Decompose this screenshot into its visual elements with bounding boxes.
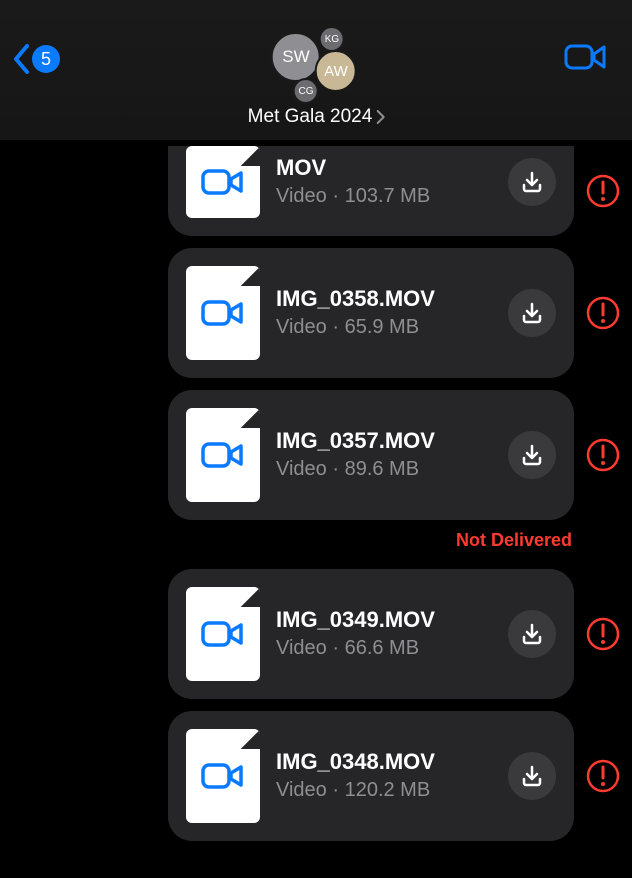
group-name: Met Gala 2024 <box>248 106 373 128</box>
attachment-bubble[interactable]: MOV Video · 103.7 MB <box>168 146 574 236</box>
delivery-error-button[interactable] <box>586 438 620 472</box>
video-file-icon <box>201 619 245 649</box>
file-thumbnail <box>186 729 260 823</box>
back-button[interactable]: 5 <box>12 44 60 74</box>
file-name: IMG_0348.MOV <box>276 749 492 775</box>
file-meta: IMG_0357.MOV Video · 89.6 MB <box>276 428 492 481</box>
download-button[interactable] <box>508 158 556 206</box>
attachment-bubble[interactable]: IMG_0357.MOV Video · 89.6 MB <box>168 390 574 520</box>
attachment-bubble[interactable]: IMG_0349.MOV Video · 66.6 MB <box>168 569 574 699</box>
download-icon <box>520 622 544 646</box>
chevron-left-icon <box>12 44 30 74</box>
video-file-icon <box>201 167 245 197</box>
file-details: Video · 120.2 MB <box>276 778 492 803</box>
file-thumbnail <box>186 146 260 218</box>
group-info[interactable]: SW KG AW CG Met Gala 2024 <box>248 20 385 128</box>
avatar: CG <box>293 78 319 104</box>
avatar: KG <box>319 26 345 52</box>
download-button[interactable] <box>508 752 556 800</box>
download-icon <box>520 170 544 194</box>
video-camera-icon <box>564 42 608 72</box>
avatar: SW <box>271 32 321 82</box>
delivery-error-button[interactable] <box>586 174 620 208</box>
file-meta: IMG_0358.MOV Video · 65.9 MB <box>276 286 492 339</box>
error-icon <box>586 617 620 651</box>
file-details: Video · 103.7 MB <box>276 184 492 209</box>
error-icon <box>586 296 620 330</box>
download-button[interactable] <box>508 289 556 337</box>
message-row: IMG_0358.MOV Video · 65.9 MB <box>0 242 632 384</box>
file-details: Video · 65.9 MB <box>276 315 492 340</box>
download-button[interactable] <box>508 431 556 479</box>
download-icon <box>520 764 544 788</box>
group-avatars: SW KG AW CG <box>261 20 371 102</box>
error-icon <box>586 438 620 472</box>
download-icon <box>520 443 544 467</box>
message-row: IMG_0348.MOV Video · 120.2 MB <box>0 705 632 847</box>
file-name: IMG_0357.MOV <box>276 428 492 454</box>
file-name: MOV <box>276 155 492 181</box>
chevron-right-icon <box>376 110 384 124</box>
video-file-icon <box>201 761 245 791</box>
error-icon <box>586 174 620 208</box>
delivery-error-button[interactable] <box>586 759 620 793</box>
file-meta: IMG_0348.MOV Video · 120.2 MB <box>276 749 492 802</box>
message-row: MOV Video · 103.7 MB <box>0 140 632 242</box>
facetime-button[interactable] <box>564 42 608 77</box>
conversation-header: 5 SW KG AW CG Met Gala 2024 <box>0 0 632 140</box>
file-meta: IMG_0349.MOV Video · 66.6 MB <box>276 607 492 660</box>
delivery-error-button[interactable] <box>586 296 620 330</box>
error-icon <box>586 759 620 793</box>
file-details: Video · 89.6 MB <box>276 457 492 482</box>
video-file-icon <box>201 440 245 470</box>
video-file-icon <box>201 298 245 328</box>
download-button[interactable] <box>508 610 556 658</box>
avatar: AW <box>315 50 357 92</box>
file-name: IMG_0358.MOV <box>276 286 492 312</box>
file-thumbnail <box>186 408 260 502</box>
message-row: IMG_0349.MOV Video · 66.6 MB <box>0 563 632 705</box>
attachment-bubble[interactable]: IMG_0358.MOV Video · 65.9 MB <box>168 248 574 378</box>
unread-count-badge: 5 <box>32 45 60 73</box>
message-row: IMG_0357.MOV Video · 89.6 MB <box>0 384 632 526</box>
file-meta: MOV Video · 103.7 MB <box>276 155 492 208</box>
not-delivered-label: Not Delivered <box>0 526 632 563</box>
file-details: Video · 66.6 MB <box>276 636 492 661</box>
download-icon <box>520 301 544 325</box>
attachment-bubble[interactable]: IMG_0348.MOV Video · 120.2 MB <box>168 711 574 841</box>
file-name: IMG_0349.MOV <box>276 607 492 633</box>
file-thumbnail <box>186 266 260 360</box>
delivery-error-button[interactable] <box>586 617 620 651</box>
messages-list: MOV Video · 103.7 MB IMG_0358.MOV Video … <box>0 140 632 847</box>
file-thumbnail <box>186 587 260 681</box>
